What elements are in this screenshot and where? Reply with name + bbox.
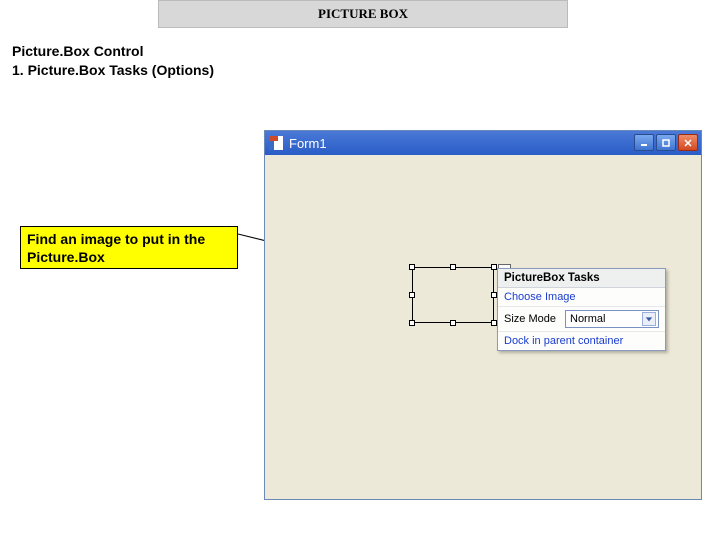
choose-image-link[interactable]: Choose Image — [504, 291, 576, 303]
minimize-icon — [639, 138, 649, 148]
form-titlebar[interactable]: Form1 — [265, 131, 701, 155]
picturebox-control[interactable] — [412, 267, 494, 323]
resize-handle[interactable] — [409, 292, 415, 298]
close-icon — [683, 138, 693, 148]
slide-title: PICTURE BOX — [318, 6, 408, 22]
resize-handle[interactable] — [450, 264, 456, 270]
callout-note: Find an image to put in the Picture.Box — [20, 226, 238, 269]
slide-title-bar: PICTURE BOX — [158, 0, 568, 28]
form-app-icon — [269, 136, 283, 150]
callout-text: Find an image to put in the Picture.Box — [27, 231, 205, 265]
dock-row[interactable]: Dock in parent container — [498, 332, 665, 350]
picturebox-tasks-popup: PictureBox Tasks Choose Image Size Mode … — [497, 268, 666, 351]
resize-handle[interactable] — [409, 320, 415, 326]
size-mode-value: Normal — [570, 313, 605, 325]
form-title: Form1 — [289, 136, 327, 151]
dock-link[interactable]: Dock in parent container — [504, 335, 623, 347]
resize-handle[interactable] — [450, 320, 456, 326]
size-mode-label: Size Mode — [504, 313, 559, 325]
maximize-button[interactable] — [656, 134, 676, 151]
size-mode-row: Size Mode Normal — [498, 307, 665, 332]
minimize-button[interactable] — [634, 134, 654, 151]
heading-line-1: Picture.Box Control — [12, 42, 214, 61]
maximize-icon — [661, 138, 671, 148]
dropdown-button[interactable] — [642, 312, 656, 326]
window-buttons — [634, 134, 698, 151]
slide-heading: Picture.Box Control 1. Picture.Box Tasks… — [12, 42, 214, 80]
chevron-down-icon — [645, 315, 653, 323]
close-button[interactable] — [678, 134, 698, 151]
heading-line-2: 1. Picture.Box Tasks (Options) — [12, 61, 214, 80]
tasks-popup-header: PictureBox Tasks — [498, 269, 665, 288]
choose-image-row[interactable]: Choose Image — [498, 288, 665, 307]
resize-handle[interactable] — [409, 264, 415, 270]
size-mode-select[interactable]: Normal — [565, 310, 659, 328]
